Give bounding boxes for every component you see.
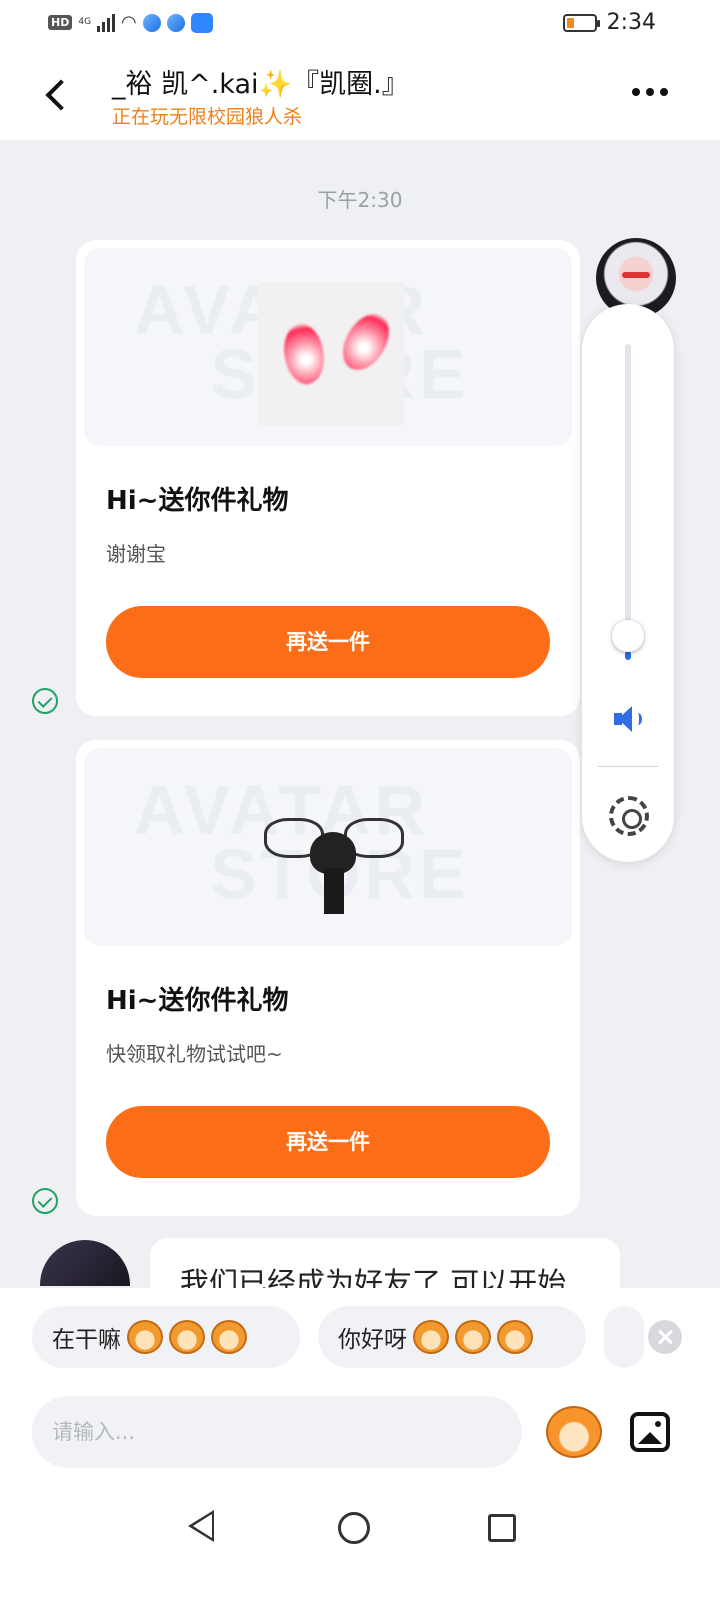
gift-card-subtitle: 谢谢宝 [106, 542, 166, 566]
gear-icon[interactable] [609, 796, 649, 836]
cloud-icon [190, 12, 213, 33]
quick-reply-chip[interactable] [604, 1306, 644, 1368]
contact-status: 正在玩无限校园狼人杀 [112, 106, 303, 128]
close-icon[interactable] [648, 1320, 682, 1354]
chevron-left-icon[interactable] [38, 74, 74, 114]
send-again-button[interactable]: 再送一件 [106, 1106, 550, 1178]
app-dot-icon [166, 13, 185, 32]
gift-card: AVATAR STORE Hi~送你件礼物 快领取礼物试试吧~ 再送一件 [76, 740, 580, 1216]
status-left-icons: HD 4G ◠ [48, 12, 213, 33]
network-type: 4G [78, 17, 92, 27]
volume-panel [582, 304, 674, 862]
gift-card-subtitle: 快领取礼物试试吧~ [106, 1042, 283, 1066]
quick-reply-text: 你好呀 [338, 1327, 407, 1353]
gift-card-title: Hi~送你件礼物 [106, 986, 289, 1016]
check-circle-icon [32, 688, 58, 714]
send-again-button[interactable]: 再送一件 [106, 606, 550, 678]
emoji-icon [455, 1320, 491, 1354]
image-icon[interactable] [630, 1412, 670, 1452]
status-right: 2:34 [562, 10, 656, 35]
black-bow-image [264, 812, 404, 932]
signal-icon [97, 13, 116, 32]
more-icon[interactable] [632, 88, 668, 96]
emoji-icon [127, 1320, 163, 1354]
avatar[interactable] [40, 1240, 130, 1286]
battery-level [566, 17, 574, 28]
check-circle-icon [32, 1188, 58, 1214]
app-dot-icon [142, 13, 161, 32]
emoji-icon [211, 1320, 247, 1354]
emoji-icon [497, 1320, 533, 1354]
wifi-icon: ◠ [121, 12, 137, 33]
message-timestamp: 下午2:30 [317, 188, 403, 212]
chat-header: _裕 凯^.kai✨『凯圈.』 正在玩无限校园狼人杀 [0, 48, 720, 140]
quick-reply-chip[interactable]: 你好呀 [318, 1306, 586, 1368]
composer-area: 在干嘛 你好呀 请输入... [0, 1288, 720, 1600]
contact-name[interactable]: _裕 凯^.kai✨『凯圈.』 [112, 62, 409, 101]
emoji-icon [169, 1320, 205, 1354]
gift-card-title: Hi~送你件礼物 [106, 486, 289, 516]
nav-back-icon[interactable] [188, 1510, 214, 1542]
nav-recents-icon[interactable] [488, 1514, 516, 1542]
divider [598, 766, 658, 767]
battery-icon [562, 13, 600, 32]
gift-card: AVATAR STORE Hi~送你件礼物 谢谢宝 再送一件 [76, 240, 580, 716]
status-bar: HD 4G ◠ 2:34 [0, 0, 720, 48]
emoji-icon[interactable] [546, 1406, 602, 1458]
quick-reply-text: 在干嘛 [52, 1327, 121, 1353]
demon-horns-image [258, 282, 404, 426]
nav-home-icon[interactable] [338, 1512, 370, 1544]
message-input[interactable]: 请输入... [32, 1396, 522, 1468]
speaker-icon[interactable] [612, 704, 646, 734]
clock: 2:34 [606, 10, 656, 35]
message-text: 我们已经成为好友了,可以开始 [180, 1266, 567, 1290]
message-bubble: 我们已经成为好友了,可以开始 [150, 1238, 620, 1290]
quick-reply-chip[interactable]: 在干嘛 [32, 1306, 300, 1368]
volume-slider-handle[interactable] [612, 620, 644, 652]
volume-slider[interactable] [625, 344, 631, 660]
gift-preview[interactable]: AVATAR STORE [84, 248, 572, 446]
emoji-icon [413, 1320, 449, 1354]
hd-icon: HD [48, 15, 73, 30]
gift-preview[interactable]: AVATAR STORE [84, 748, 572, 946]
